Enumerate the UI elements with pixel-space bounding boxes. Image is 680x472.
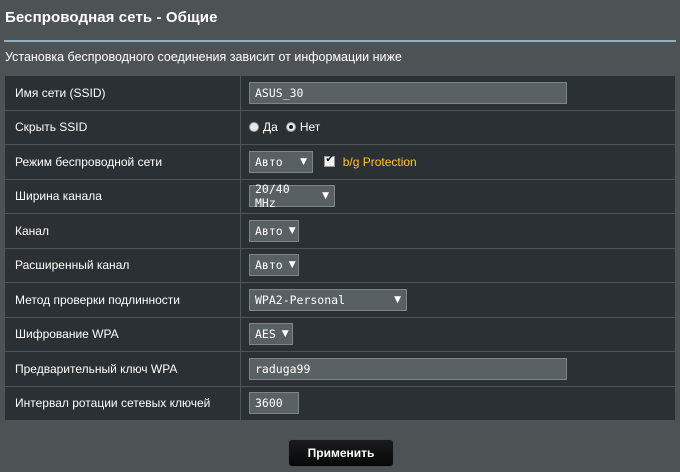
channel-width-label: Ширина канала — [4, 178, 241, 214]
auth-method-select[interactable]: WPA2-Personal ▼ — [249, 288, 407, 311]
chevron-down-icon: ▼ — [288, 260, 296, 271]
channel-label: Канал — [4, 213, 241, 249]
ssid-input[interactable]: ASUS_30 — [249, 81, 567, 104]
chevron-down-icon: ▼ — [394, 294, 401, 305]
row-channel: Канал Авто ▼ — [4, 213, 676, 249]
wpa-key-input[interactable]: raduga99 — [249, 357, 567, 380]
hide-ssid-yes-label: Да — [263, 119, 278, 134]
chevron-down-icon: ▼ — [300, 156, 307, 167]
hide-ssid-radio-group: Да Нет — [249, 120, 320, 134]
wpa-encryption-label: Шифрование WPA — [4, 316, 241, 352]
row-channel-width: Ширина канала 20/40 MHz ▼ — [4, 178, 676, 214]
apply-button[interactable]: Применить — [288, 439, 394, 467]
title-separator — [4, 40, 676, 42]
settings-table: Имя сети (SSID) ASUS_30 Скрыть SSID Да Н… — [4, 75, 676, 421]
key-rotation-label: Интервал ротации сетевых ключей — [4, 385, 241, 421]
channel-width-value: 20/40 MHz — [255, 182, 290, 211]
ext-channel-label: Расширенный канал — [4, 247, 241, 283]
channel-width-select[interactable]: 20/40 MHz ▼ — [249, 182, 335, 211]
key-rotation-input[interactable]: 3600 — [249, 392, 299, 415]
wpa-key-label: Предварительный ключ WPA — [4, 351, 241, 387]
hide-ssid-yes-radio[interactable] — [249, 121, 259, 132]
bg-protection-checkbox[interactable] — [324, 154, 336, 168]
row-ext-channel: Расширенный канал Авто ▼ — [4, 247, 676, 283]
wpa-encryption-value: AES — [255, 327, 276, 342]
auth-method-label: Метод проверки подлинности — [4, 282, 241, 318]
ext-channel-select[interactable]: Авто ▼ — [249, 254, 299, 277]
page-title: Беспроводная сеть - Общие — [5, 9, 218, 26]
wpa-encryption-select[interactable]: AES ▼ — [249, 323, 293, 346]
auth-method-value: WPA2-Personal — [255, 292, 346, 307]
channel-select[interactable]: Авто ▼ — [249, 219, 299, 242]
bg-protection-label: b/g Protection — [342, 154, 417, 169]
page-description: Установка беспроводного соединения завис… — [5, 50, 402, 64]
ext-channel-value: Авто — [255, 258, 283, 273]
row-wireless-mode: Режим беспроводной сети Авто ▼ b/g Prote… — [4, 144, 676, 180]
row-wpa-encryption: Шифрование WPA AES ▼ — [4, 316, 676, 352]
chevron-down-icon: ▼ — [281, 329, 289, 340]
channel-value: Авто — [255, 223, 283, 238]
row-ssid: Имя сети (SSID) ASUS_30 — [4, 75, 676, 111]
chevron-down-icon: ▼ — [322, 191, 329, 202]
row-wpa-key: Предварительный ключ WPA raduga99 — [4, 351, 676, 387]
chevron-down-icon: ▼ — [288, 225, 296, 236]
hide-ssid-label: Скрыть SSID — [4, 109, 241, 145]
hide-ssid-no-radio[interactable] — [285, 121, 296, 132]
wireless-mode-select[interactable]: Авто ▼ — [249, 150, 313, 173]
hide-ssid-no-label: Нет — [299, 119, 321, 134]
ssid-label: Имя сети (SSID) — [4, 75, 241, 111]
wireless-mode-value: Авто — [255, 154, 283, 169]
row-auth-method: Метод проверки подлинности WPA2-Personal… — [4, 282, 676, 318]
wireless-general-page: Беспроводная сеть - Общие Установка бесп… — [0, 0, 680, 472]
row-key-rotation: Интервал ротации сетевых ключей 3600 — [4, 385, 676, 421]
row-hide-ssid: Скрыть SSID Да Нет — [4, 109, 676, 145]
wireless-mode-label: Режим беспроводной сети — [4, 144, 241, 180]
